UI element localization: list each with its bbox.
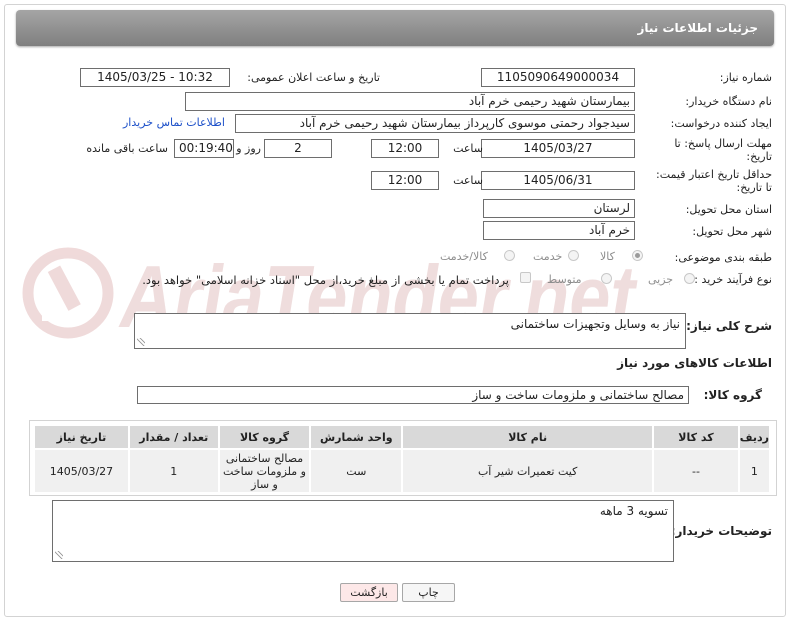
resize-grip-icon[interactable]	[137, 338, 145, 346]
requester-field: سیدجواد رحمتی موسوی کارپرداز بیمارستان ش…	[235, 114, 635, 133]
category-goods-service-label: کالا/خدمت	[440, 250, 488, 263]
announce-datetime-field: 1405/03/25 - 10:32	[80, 68, 230, 87]
reply-deadline-time-field: 12:00	[371, 139, 439, 158]
treasury-payment-checkbox[interactable]	[520, 272, 531, 283]
buyer-org-field: بیمارستان شهید رحیمی خرم آباد	[185, 92, 635, 111]
reply-deadline-days-field: 2	[264, 139, 332, 158]
price-validity-time-label: ساعت	[453, 174, 483, 187]
price-validity-label-line1: حداقل تاریخ اعتبار قیمت:	[656, 168, 772, 181]
cell-item-code: --	[652, 448, 740, 494]
buyer-notes-textarea[interactable]: تسویه 3 ماهه	[52, 500, 674, 562]
category-service-radio[interactable]	[568, 250, 579, 261]
cell-row-number: 1	[737, 448, 772, 494]
category-service-label: خدمت	[533, 250, 563, 263]
cell-item-name: کیت تعمیرات شیر آب	[401, 448, 655, 494]
goods-group-label: گروه کالا:	[703, 388, 762, 402]
category-goods-service-radio[interactable]	[504, 250, 515, 261]
print-button[interactable]: چاپ	[402, 583, 455, 602]
col-quantity: تعداد / مقدار	[127, 424, 220, 450]
reply-deadline-label-line2: تاریخ:	[746, 150, 772, 163]
buyer-notes-text: تسویه 3 ماهه	[599, 504, 668, 518]
col-unit: واحد شمارش	[309, 424, 404, 450]
announce-datetime-label: تاریخ و ساعت اعلان عمومی:	[247, 71, 380, 84]
col-item-group: گروه کالا	[217, 424, 312, 450]
buyer-notes-label: توضیحات خریدار:	[670, 524, 772, 538]
goods-group-field: مصالح ساختمانی و ملزومات ساخت و ساز	[137, 386, 689, 404]
process-type-label: نوع فرآیند خرید :	[694, 273, 772, 286]
goods-table: ردیف کد کالا نام کالا واحد شمارش گروه کا…	[33, 424, 772, 494]
buyer-contact-link[interactable]: اطلاعات تماس خریدار	[123, 116, 225, 129]
delivery-city-field: خرم آباد	[483, 221, 635, 240]
process-medium-radio[interactable]	[601, 273, 612, 284]
price-validity-label-line2: تا تاریخ:	[736, 181, 772, 194]
col-item-code: کد کالا	[652, 424, 740, 450]
description-text: نیاز به وسایل وتجهیزات ساختمانی	[510, 317, 680, 331]
reply-deadline-time-label: ساعت	[453, 142, 483, 155]
buyer-org-label: نام دستگاه خریدار:	[685, 95, 772, 108]
page-header: جزئیات اطلاعات نیاز	[16, 10, 774, 46]
delivery-province-field: لرستان	[483, 199, 635, 218]
table-row: 1 -- کیت تعمیرات شیر آب ست مصالح ساختمان…	[33, 448, 772, 494]
cell-need-date: 1405/03/27	[33, 448, 130, 494]
col-item-name: نام کالا	[401, 424, 655, 450]
treasury-payment-note: پرداخت تمام یا بخشی از مبلغ خرید،از محل …	[142, 273, 509, 287]
description-textarea[interactable]: نیاز به وسایل وتجهیزات ساختمانی	[134, 313, 686, 349]
goods-table-header: ردیف کد کالا نام کالا واحد شمارش گروه کا…	[33, 424, 772, 450]
category-label: طبقه بندی موضوعی:	[674, 251, 772, 264]
reply-deadline-days-label: روز و	[236, 142, 261, 155]
reply-deadline-date-field: 1405/03/27	[481, 139, 635, 158]
description-label: شرح کلی نیاز:	[686, 319, 772, 333]
cell-quantity: 1	[127, 448, 220, 494]
page-title: جزئیات اطلاعات نیاز	[637, 21, 758, 35]
delivery-city-label: شهر محل تحویل:	[692, 225, 772, 238]
process-minor-radio[interactable]	[684, 273, 695, 284]
need-number-label: شماره نیاز:	[719, 71, 772, 84]
resize-grip-icon[interactable]	[55, 551, 63, 559]
need-number-field: 1105090649000034	[481, 68, 635, 87]
cell-item-group: مصالح ساختمانی و ملزومات ساخت و ساز	[217, 448, 312, 494]
cell-unit: ست	[309, 448, 404, 494]
watermark-emblem-icon	[22, 247, 114, 339]
reply-remaining-field: 00:19:40	[174, 139, 234, 158]
process-medium-label: متوسط	[547, 273, 582, 286]
price-validity-time-field: 12:00	[371, 171, 439, 190]
goods-section-title: اطلاعات کالاهای مورد نیاز	[617, 356, 772, 370]
col-row-number: ردیف	[737, 424, 772, 450]
col-need-date: تاریخ نیاز	[33, 424, 130, 450]
reply-deadline-label-line1: مهلت ارسال پاسخ: تا	[674, 137, 772, 150]
delivery-province-label: استان محل تحویل:	[685, 203, 772, 216]
reply-remaining-label: ساعت باقی مانده	[86, 142, 168, 155]
price-validity-label: حداقل تاریخ اعتبار قیمت: تا تاریخ:	[656, 168, 772, 194]
price-validity-date-field: 1405/06/31	[481, 171, 635, 190]
back-button[interactable]: بازگشت	[340, 583, 398, 602]
process-minor-label: جزیی	[648, 273, 674, 286]
category-goods-label: کالا	[600, 250, 615, 263]
requester-label: ایجاد کننده درخواست:	[670, 117, 772, 130]
category-goods-radio[interactable]	[632, 250, 643, 261]
reply-deadline-label: مهلت ارسال پاسخ: تا تاریخ:	[674, 137, 772, 163]
